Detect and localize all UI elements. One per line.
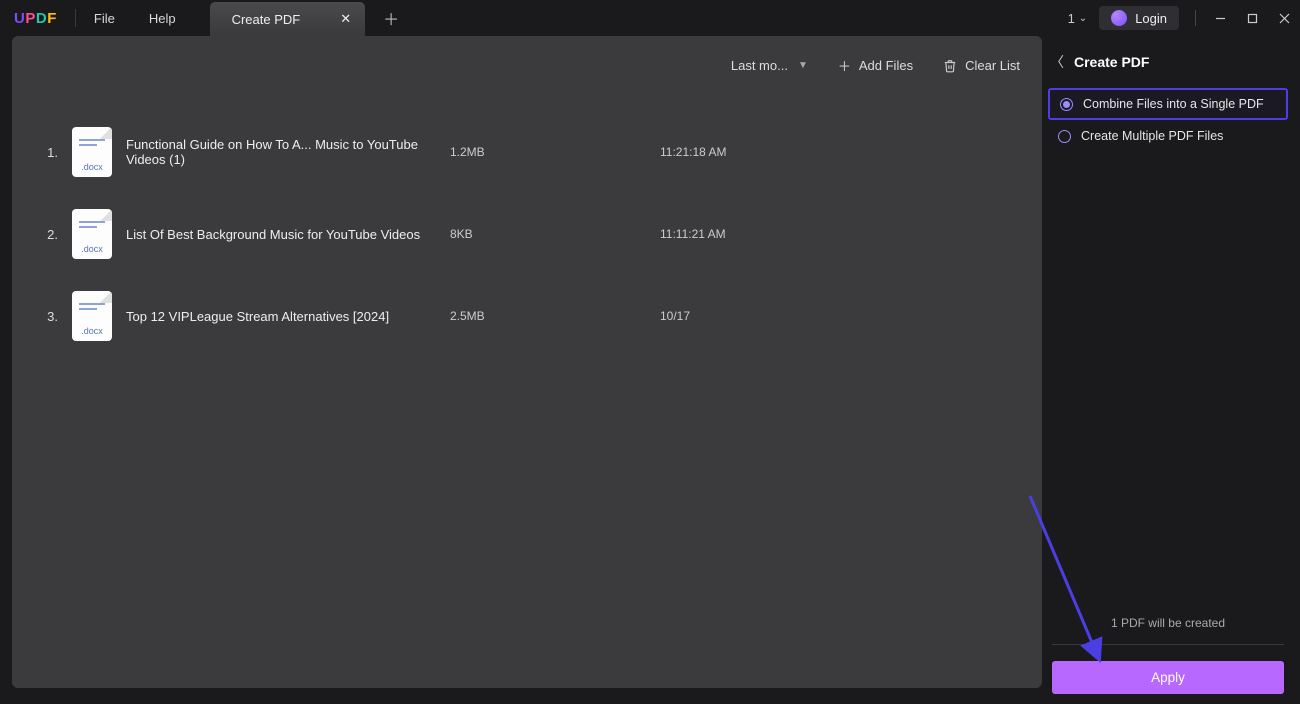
option-create-multiple-pdf[interactable]: Create Multiple PDF Files <box>1048 122 1288 150</box>
list-toolbar: Last mo... ▼ ＋ Add Files Clear List <box>731 56 1020 75</box>
divider <box>1195 10 1196 26</box>
file-size: 8KB <box>450 227 660 241</box>
sort-dropdown[interactable]: Last mo... ▼ <box>731 58 808 73</box>
option-label: Create Multiple PDF Files <box>1081 129 1223 143</box>
file-date: 11:11:21 AM <box>660 227 1026 241</box>
status-text: 1 PDF will be created <box>1052 616 1284 630</box>
docx-file-icon: .docx <box>72 209 112 259</box>
app-logo: UPDF <box>14 10 57 27</box>
file-name: List Of Best Background Music for YouTub… <box>120 227 450 242</box>
docx-file-icon: .docx <box>72 291 112 341</box>
caret-down-icon: ▼ <box>798 60 808 71</box>
tab-create-pdf[interactable]: Create PDF ✕ <box>210 2 366 36</box>
login-button[interactable]: Login <box>1099 6 1179 30</box>
sort-label: Last mo... <box>731 58 788 73</box>
menu-file[interactable]: File <box>94 11 115 26</box>
divider <box>75 9 76 27</box>
row-index: 2. <box>28 227 64 242</box>
close-icon[interactable]: ✕ <box>340 11 351 27</box>
file-size: 2.5MB <box>450 309 660 323</box>
back-icon[interactable]: 〈 <box>1050 52 1064 72</box>
side-header: 〈 Create PDF <box>1042 36 1294 86</box>
tab-label: Create PDF <box>232 12 301 27</box>
file-date: 10/17 <box>660 309 1026 323</box>
trash-icon <box>943 59 957 73</box>
side-title: Create PDF <box>1074 54 1149 70</box>
list-item[interactable]: 3. .docx Top 12 VIPLeague Stream Alterna… <box>28 275 1026 357</box>
titlebar-right: 1 ⌄ Login <box>1068 0 1300 36</box>
option-label: Combine Files into a Single PDF <box>1083 97 1264 111</box>
divider <box>1052 644 1284 645</box>
list-item[interactable]: 2. .docx List Of Best Background Music f… <box>28 193 1026 275</box>
radio-icon <box>1060 98 1073 111</box>
file-date: 11:21:18 AM <box>660 145 1026 159</box>
file-size: 1.2MB <box>450 145 660 159</box>
clear-list-button[interactable]: Clear List <box>943 58 1020 73</box>
plus-icon: ＋ <box>838 56 851 75</box>
row-index: 3. <box>28 309 64 324</box>
maximize-button[interactable] <box>1236 0 1268 36</box>
title-bar: UPDF File Help Create PDF ✕ ＋ 1 ⌄ Login <box>0 0 1300 36</box>
tab-bar: Create PDF ✕ ＋ <box>210 0 400 36</box>
chevron-down-icon: ⌄ <box>1079 13 1087 24</box>
list-item[interactable]: 1. .docx Functional Guide on How To A...… <box>28 111 1026 193</box>
add-files-label: Add Files <box>859 58 913 73</box>
row-index: 1. <box>28 145 64 160</box>
page-indicator[interactable]: 1 ⌄ <box>1068 11 1088 26</box>
login-label: Login <box>1135 11 1167 26</box>
side-panel: 〈 Create PDF Combine Files into a Single… <box>1042 36 1294 700</box>
clear-list-label: Clear List <box>965 58 1020 73</box>
minimize-button[interactable] <box>1204 0 1236 36</box>
apply-button[interactable]: Apply <box>1052 661 1284 694</box>
add-tab-button[interactable]: ＋ <box>383 6 399 30</box>
file-name: Top 12 VIPLeague Stream Alternatives [20… <box>120 309 450 324</box>
menu-help[interactable]: Help <box>149 11 176 26</box>
add-files-button[interactable]: ＋ Add Files <box>838 56 913 75</box>
side-footer: 1 PDF will be created Apply <box>1052 616 1284 694</box>
docx-file-icon: .docx <box>72 127 112 177</box>
main-panel: Last mo... ▼ ＋ Add Files Clear List 1. .… <box>12 36 1042 688</box>
radio-icon <box>1058 130 1071 143</box>
option-combine-single-pdf[interactable]: Combine Files into a Single PDF <box>1048 88 1288 120</box>
file-name: Functional Guide on How To A... Music to… <box>120 137 450 167</box>
file-list: 1. .docx Functional Guide on How To A...… <box>28 111 1026 357</box>
avatar-icon <box>1111 10 1127 26</box>
close-window-button[interactable] <box>1268 0 1300 36</box>
